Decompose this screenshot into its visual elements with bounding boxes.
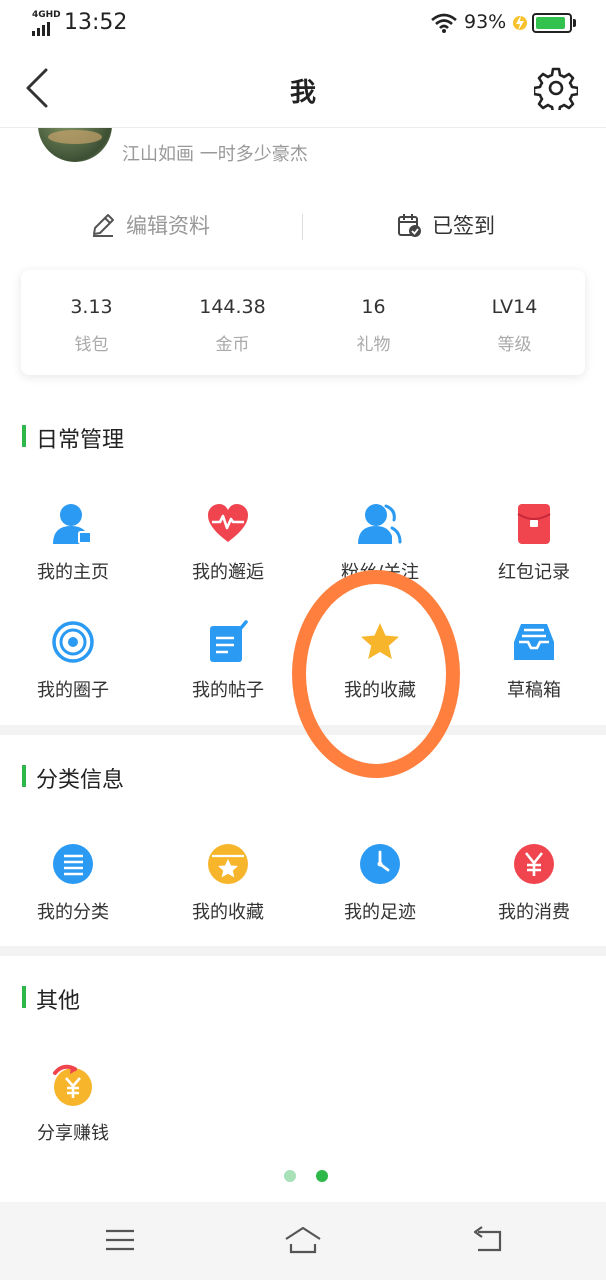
status-bar: 4GHD 13:52 93% xyxy=(0,0,606,48)
grid-item-encounter[interactable]: 我的邂逅 xyxy=(158,502,298,584)
stat-label: 等级 xyxy=(497,335,532,355)
grid-item-share-earn[interactable]: 分享赚钱 xyxy=(3,1063,143,1145)
return-icon[interactable] xyxy=(468,1224,508,1256)
section-separator xyxy=(0,946,606,956)
signin-label: 已签到 xyxy=(432,214,495,238)
page-title: 我 xyxy=(289,78,316,108)
grid-item-my-posts[interactable]: 我的帖子 xyxy=(158,620,298,702)
grid-item-my-category[interactable]: 我的分类 xyxy=(3,842,143,924)
grid-item-label: 我的收藏 xyxy=(192,902,264,923)
charging-bolt-icon xyxy=(513,15,527,31)
grid-item-label: 我的主页 xyxy=(37,562,109,583)
grid-item-footprint[interactable]: 我的足迹 xyxy=(310,842,450,924)
battery-percent: 93% xyxy=(464,11,507,33)
grid-item-my-circle[interactable]: 我的圈子 xyxy=(3,620,143,702)
heart-pulse-icon xyxy=(208,504,248,542)
home-icon[interactable] xyxy=(283,1224,323,1256)
section-separator xyxy=(0,725,606,735)
grid-item-consumption[interactable]: 我的消费 xyxy=(464,842,604,924)
grid-item-label: 我的足迹 xyxy=(344,902,416,923)
pencil-icon xyxy=(93,214,114,237)
wifi-icon xyxy=(431,13,457,33)
circle-target-icon xyxy=(52,621,94,663)
profile-actions: 编辑资料 已签到 xyxy=(0,200,606,256)
section-title-daily: 日常管理 xyxy=(22,422,124,454)
clock-icon xyxy=(360,844,400,884)
star-icon xyxy=(361,623,399,659)
grid-item-label: 粉丝/关注 xyxy=(340,562,420,583)
stat-label: 礼物 xyxy=(356,335,391,355)
section-title-category: 分类信息 xyxy=(22,762,124,794)
action-divider xyxy=(302,214,303,240)
battery-icon xyxy=(532,13,576,33)
grid-item-drafts[interactable]: 草稿箱 xyxy=(464,620,604,702)
grid-item-label: 我的分类 xyxy=(37,902,109,923)
stat-value: 3.13 xyxy=(70,296,113,318)
edit-profile-button[interactable]: 编辑资料 xyxy=(90,210,210,240)
grid-item-category-favorites[interactable]: 我的收藏 xyxy=(158,842,298,924)
grid-item-label: 我的邂逅 xyxy=(192,562,264,583)
share-money-icon xyxy=(53,1064,92,1106)
section-title-other: 其他 xyxy=(22,983,80,1015)
stat-wallet[interactable]: 3.13 钱包 xyxy=(21,270,162,375)
gear-icon[interactable] xyxy=(534,66,578,110)
yuan-icon xyxy=(514,844,554,884)
stat-gifts[interactable]: 16 礼物 xyxy=(303,270,444,375)
signin-button[interactable]: 已签到 xyxy=(396,210,495,240)
page-dot[interactable] xyxy=(284,1170,296,1182)
grid-item-label: 分享赚钱 xyxy=(37,1123,109,1144)
grid-item-label: 草稿箱 xyxy=(507,680,561,701)
user-home-icon xyxy=(53,504,92,544)
calendar-check-icon xyxy=(398,214,421,237)
stat-label: 金币 xyxy=(215,335,250,355)
grid-item-my-favorites[interactable]: 我的收藏 xyxy=(310,620,450,702)
system-nav-bar xyxy=(0,1202,606,1280)
stat-coins[interactable]: 144.38 金币 xyxy=(162,270,303,375)
profile-signature: 江山如画 一时多少豪杰 xyxy=(122,144,308,165)
profile-area: 江山如画 一时多少豪杰 xyxy=(0,128,606,200)
post-edit-icon xyxy=(210,620,248,662)
inbox-icon xyxy=(514,624,554,660)
list-icon xyxy=(53,844,93,884)
grid-item-my-home[interactable]: 我的主页 xyxy=(3,502,143,584)
grid-item-label: 我的收藏 xyxy=(344,680,416,701)
grid-item-label: 我的圈子 xyxy=(37,680,109,701)
page-indicator xyxy=(284,1170,328,1182)
edit-profile-label: 编辑资料 xyxy=(126,214,210,238)
network-type: 4GHD xyxy=(32,10,61,20)
avatar[interactable] xyxy=(38,128,112,162)
status-time: 13:52 xyxy=(64,10,128,35)
top-header: 我 xyxy=(0,48,606,128)
grid-item-red-packet[interactable]: 红包记录 xyxy=(464,502,604,584)
stat-label: 钱包 xyxy=(74,335,109,355)
grid-item-label: 红包记录 xyxy=(498,562,570,583)
star-folder-icon xyxy=(208,844,248,884)
grid-item-fans-follow[interactable]: 粉丝/关注 xyxy=(310,502,450,584)
fans-icon xyxy=(358,504,402,544)
network-signal-icon: 4GHD xyxy=(32,10,61,36)
stats-card: 3.13 钱包 144.38 金币 16 礼物 LV14 等级 xyxy=(21,270,585,375)
stat-value: 16 xyxy=(361,296,386,318)
red-packet-icon xyxy=(517,504,551,544)
grid-item-label: 我的消费 xyxy=(498,902,570,923)
stat-value: LV14 xyxy=(491,296,538,318)
menu-icon[interactable] xyxy=(100,1224,140,1256)
grid-item-label: 我的帖子 xyxy=(192,680,264,701)
stat-level[interactable]: LV14 等级 xyxy=(444,270,585,375)
page-dot-active[interactable] xyxy=(316,1170,328,1182)
stat-value: 144.38 xyxy=(199,296,266,318)
